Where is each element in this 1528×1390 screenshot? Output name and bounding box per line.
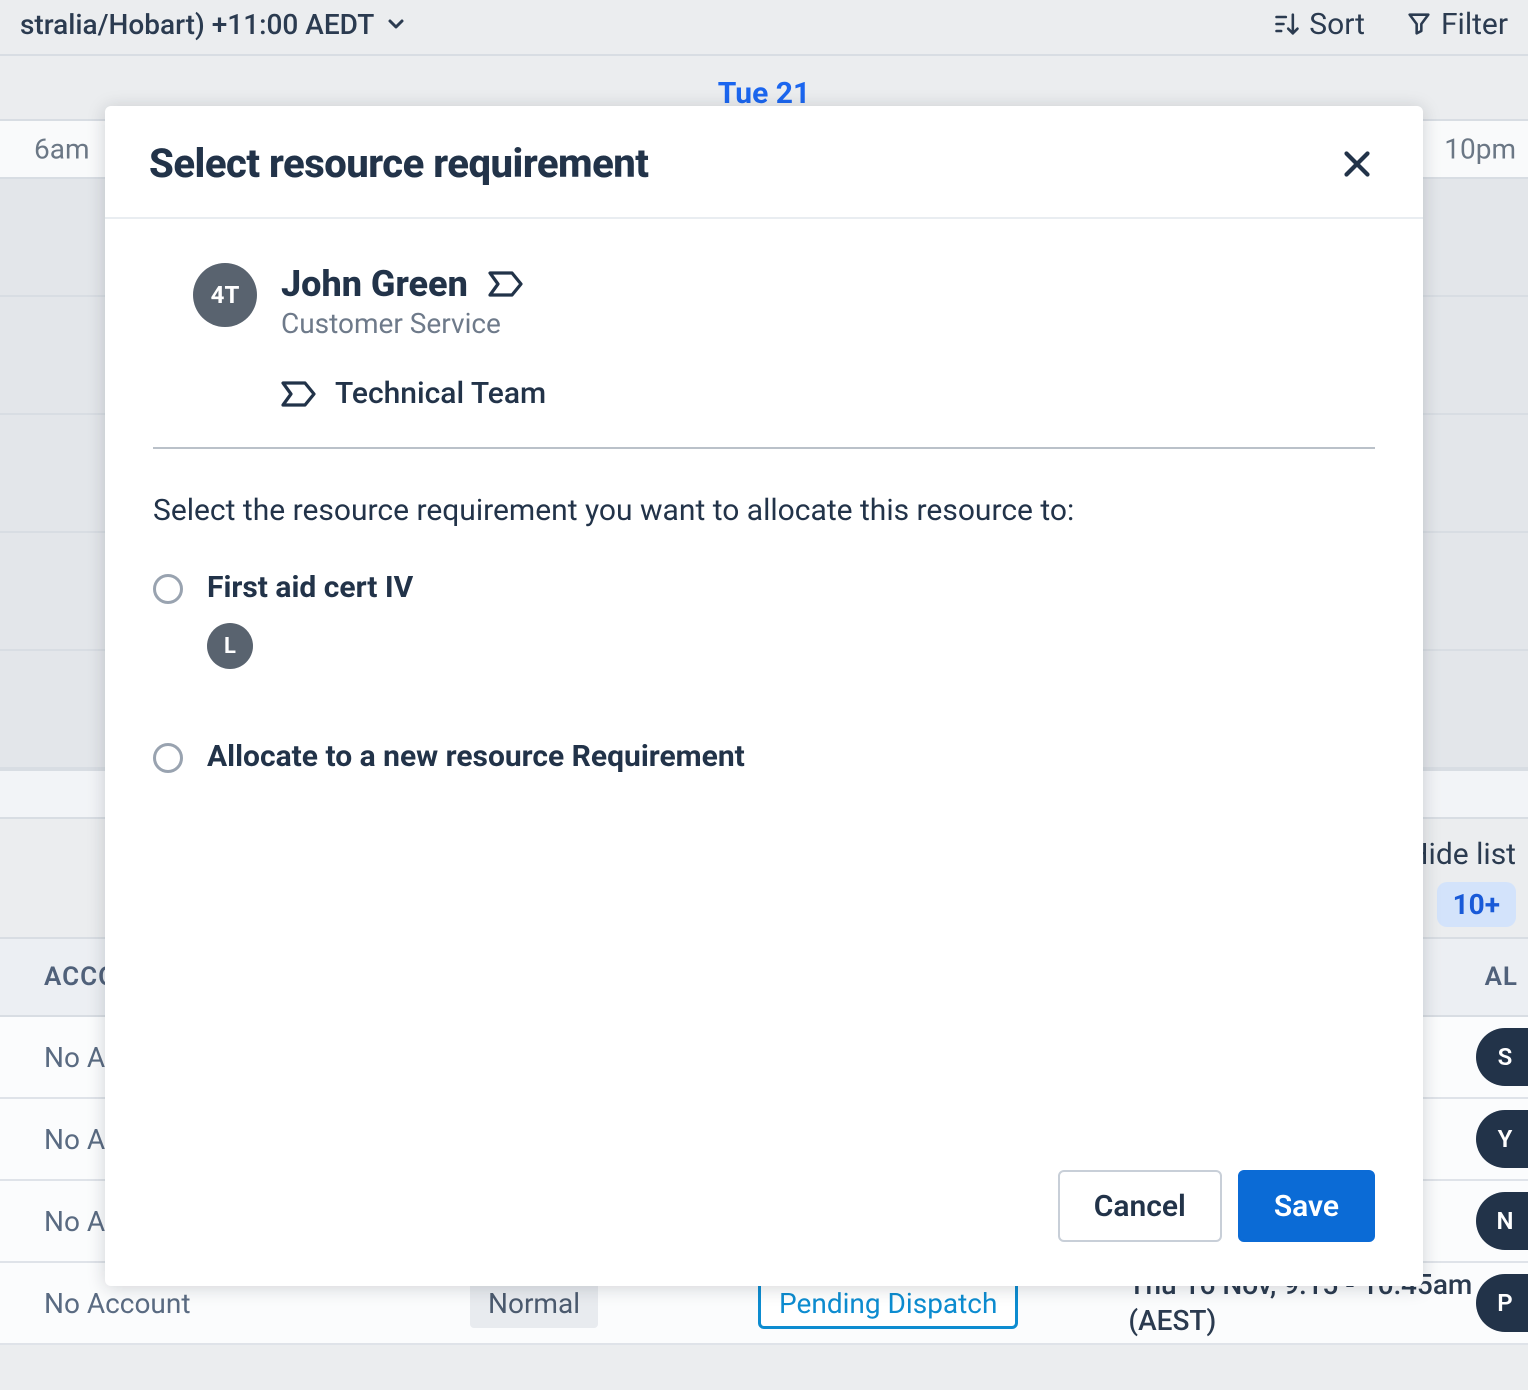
account-cell: No Account bbox=[0, 1287, 470, 1320]
avatar: N bbox=[1476, 1192, 1528, 1250]
resource-role: Customer Service bbox=[281, 307, 546, 340]
modal-body: 4T John Green Customer Service Technical… bbox=[105, 219, 1423, 1170]
assigned-avatar: L bbox=[207, 623, 253, 669]
topbar: stralia/Hobart) +11:00 AEDT Sort Filter bbox=[0, 0, 1528, 48]
option-label: Allocate to a new resource Requirement bbox=[207, 739, 745, 774]
resource-block: 4T John Green Customer Service Technical… bbox=[153, 263, 1375, 411]
filter-button[interactable]: Filter bbox=[1405, 7, 1508, 42]
avatar: S bbox=[1476, 1028, 1528, 1086]
radio-button[interactable] bbox=[153, 574, 183, 604]
modal-header: Select resource requirement bbox=[105, 106, 1423, 219]
avatar: P bbox=[1476, 1274, 1528, 1332]
hour-label: 10pm bbox=[1444, 133, 1516, 166]
cancel-button[interactable]: Cancel bbox=[1058, 1170, 1222, 1242]
hide-list-button[interactable]: Hide list bbox=[1407, 837, 1516, 872]
sort-icon bbox=[1273, 10, 1301, 38]
hour-label: 6am bbox=[34, 133, 90, 166]
timezone-label: stralia/Hobart) +11:00 AEDT bbox=[20, 8, 374, 41]
radio-button[interactable] bbox=[153, 743, 183, 773]
select-resource-requirement-modal: Select resource requirement 4T John Gree… bbox=[105, 106, 1423, 1286]
modal-prompt: Select the resource requirement you want… bbox=[153, 493, 1375, 528]
sort-button[interactable]: Sort bbox=[1273, 7, 1365, 42]
tag-icon bbox=[281, 380, 317, 408]
count-badge[interactable]: 10+ bbox=[1437, 882, 1516, 927]
modal-overlay: Select resource requirement 4T John Gree… bbox=[0, 0, 1528, 1390]
resource-tag: Technical Team bbox=[335, 376, 546, 411]
modal-title: Select resource requirement bbox=[149, 140, 648, 187]
divider bbox=[153, 447, 1375, 449]
modal-footer: Cancel Save bbox=[105, 1170, 1423, 1286]
requirement-option-new[interactable]: Allocate to a new resource Requirement bbox=[153, 739, 1375, 774]
tag-icon bbox=[488, 270, 524, 298]
option-label: First aid cert IV bbox=[207, 570, 413, 605]
timezone-selector[interactable]: stralia/Hobart) +11:00 AEDT bbox=[20, 8, 408, 41]
filter-icon bbox=[1405, 10, 1433, 38]
close-button[interactable] bbox=[1335, 142, 1379, 186]
chevron-down-icon bbox=[384, 12, 408, 36]
column-al[interactable]: AL bbox=[1485, 962, 1528, 992]
save-button[interactable]: Save bbox=[1238, 1170, 1375, 1242]
resource-tag-row: Technical Team bbox=[281, 376, 546, 411]
requirement-option[interactable]: First aid cert IV L bbox=[153, 570, 1375, 669]
filter-label: Filter bbox=[1441, 7, 1508, 42]
resource-avatar: 4T bbox=[193, 263, 257, 327]
avatar: Y bbox=[1476, 1110, 1528, 1168]
resource-name: John Green bbox=[281, 263, 468, 305]
sort-label: Sort bbox=[1309, 7, 1365, 42]
close-icon bbox=[1339, 146, 1375, 182]
